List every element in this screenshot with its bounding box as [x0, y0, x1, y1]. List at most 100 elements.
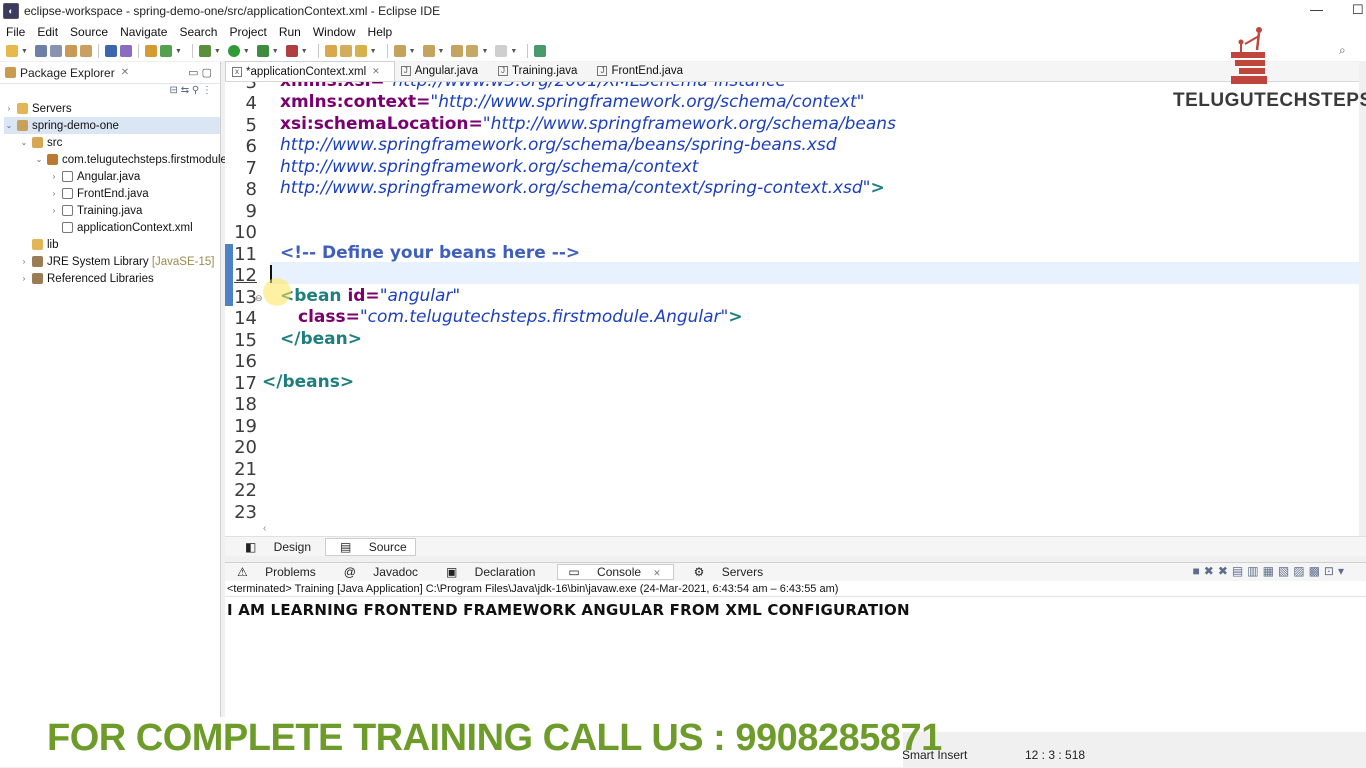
- open-task-icon[interactable]: [354, 45, 367, 57]
- scroll-left-icon[interactable]: ‹: [263, 523, 266, 534]
- terminal-icon[interactable]: [104, 45, 117, 57]
- expand-icon[interactable]: ›: [4, 104, 14, 113]
- code-line-5: xsi:schemaLocation="http://www.springfra…: [280, 114, 896, 134]
- line-number: 12: [234, 265, 257, 286]
- tree-item-referenced-libraries[interactable]: › Referenced Libraries: [19, 270, 154, 287]
- tab-console[interactable]: ▭ Console ✕: [557, 564, 674, 580]
- package-icon[interactable]: [144, 45, 157, 57]
- tab-problems[interactable]: ⚠ Problems: [231, 565, 324, 579]
- dropdown-icon[interactable]: ▼: [510, 48, 517, 55]
- dropdown-icon[interactable]: ▼: [21, 48, 28, 55]
- close-icon[interactable]: ✕: [372, 66, 380, 77]
- dropdown-icon[interactable]: ▼: [175, 48, 182, 55]
- vertical-scrollbar[interactable]: [1359, 62, 1366, 556]
- menu-navigate[interactable]: Navigate: [120, 25, 167, 39]
- run-icon[interactable]: [227, 45, 240, 57]
- tab-angular[interactable]: J Angular.java: [395, 61, 492, 81]
- tree-item-angular-java[interactable]: › Angular.java: [49, 168, 141, 185]
- open-folder-icon[interactable]: [339, 45, 352, 57]
- debug-icon[interactable]: [198, 45, 211, 57]
- tab-applicationcontext[interactable]: x *applicationContext.xml ✕: [225, 61, 395, 81]
- menu-edit[interactable]: Edit: [37, 25, 58, 39]
- forward-icon[interactable]: [495, 45, 508, 57]
- save-all-icon[interactable]: [49, 45, 62, 57]
- maximize-button[interactable]: ☐: [1352, 2, 1364, 18]
- expand-icon[interactable]: ›: [19, 257, 29, 266]
- tree-item-applicationcontext-xml[interactable]: applicationContext.xml: [49, 219, 193, 236]
- watermark-name: TELUGUTECHSTEPS: [1173, 90, 1366, 111]
- menu-source[interactable]: Source: [70, 25, 108, 39]
- pin-editor-icon[interactable]: [534, 45, 547, 57]
- java-file-icon: J: [400, 66, 411, 76]
- menu-window[interactable]: Window: [313, 25, 356, 39]
- save-icon[interactable]: [34, 45, 47, 57]
- new-class-icon[interactable]: [159, 45, 172, 57]
- view-menu-icon[interactable]: ⋮: [202, 85, 212, 96]
- tree-item-lib[interactable]: lib: [19, 236, 59, 253]
- menu-run[interactable]: Run: [279, 25, 301, 39]
- close-icon[interactable]: ✕: [121, 67, 129, 78]
- tab-declaration[interactable]: ▣ Declaration: [440, 565, 543, 579]
- xml-file-icon: [62, 222, 73, 233]
- collapse-all-icon[interactable]: ⊟: [170, 85, 178, 96]
- expand-icon[interactable]: ›: [49, 172, 59, 181]
- xml-file-icon: x: [232, 66, 242, 77]
- line-number: 23: [234, 502, 257, 522]
- menu-search[interactable]: Search: [179, 25, 217, 39]
- console-toolbar[interactable]: ■✖✖▤▥▦▧▨▩⊡▾: [1193, 564, 1348, 578]
- dropdown-icon[interactable]: ▼: [301, 48, 308, 55]
- tree-item-package[interactable]: ⌄ com.telugutechsteps.firstmodule: [34, 151, 227, 168]
- current-line-highlight: [270, 262, 1366, 284]
- back-icon[interactable]: [466, 45, 479, 57]
- last-edit-icon[interactable]: [451, 45, 464, 57]
- collapse-icon[interactable]: ⌄: [4, 121, 14, 130]
- tab-javadoc[interactable]: @ Javadoc: [338, 565, 426, 579]
- new-icon[interactable]: [6, 45, 18, 57]
- menu-file[interactable]: File: [6, 25, 25, 39]
- fold-icon[interactable]: ⊖: [255, 293, 263, 304]
- minimize-maximize-icon[interactable]: ▭ ▢: [188, 66, 212, 79]
- tab-training[interactable]: J Training.java: [492, 61, 591, 81]
- tab-source[interactable]: ▤ Source: [325, 537, 416, 556]
- toolbar-separator: [97, 44, 99, 58]
- collapse-icon[interactable]: ⌄: [19, 138, 29, 147]
- dropdown-icon[interactable]: ▼: [243, 48, 250, 55]
- line-number: 14: [234, 308, 257, 329]
- tree-item-servers[interactable]: › Servers: [4, 100, 72, 117]
- expand-icon[interactable]: ›: [49, 206, 59, 215]
- dropdown-icon[interactable]: ▼: [214, 48, 221, 55]
- tree-item-project[interactable]: ⌄ spring-demo-one: [4, 117, 220, 134]
- previous-annotation-icon[interactable]: [422, 45, 435, 57]
- dropdown-icon[interactable]: ▼: [370, 48, 377, 55]
- toggle-breakpoint-icon[interactable]: [119, 45, 132, 57]
- dropdown-icon[interactable]: ▼: [438, 48, 445, 55]
- toolbar-separator: [527, 44, 529, 58]
- package-explorer-title[interactable]: Package Explorer: [20, 66, 115, 80]
- dropdown-icon[interactable]: ▼: [409, 48, 416, 55]
- expand-icon[interactable]: ›: [49, 189, 59, 198]
- expand-icon[interactable]: ›: [19, 274, 29, 283]
- filter-icon[interactable]: ⚲: [192, 85, 199, 96]
- menu-help[interactable]: Help: [368, 25, 393, 39]
- dropdown-icon[interactable]: ▼: [481, 48, 488, 55]
- link-with-editor-icon[interactable]: ⇆: [181, 85, 189, 96]
- collapse-icon[interactable]: ⌄: [34, 155, 44, 164]
- external-tools-icon[interactable]: [285, 45, 298, 57]
- minimize-button[interactable]: —: [1310, 2, 1323, 17]
- menu-project[interactable]: Project: [229, 25, 266, 39]
- next-annotation-icon[interactable]: [393, 45, 406, 57]
- dropdown-icon[interactable]: ▼: [272, 48, 279, 55]
- tree-item-training-java[interactable]: › Training.java: [49, 202, 143, 219]
- tab-design[interactable]: ◧ Design: [231, 539, 319, 555]
- print-icon[interactable]: [64, 45, 77, 57]
- coverage-icon[interactable]: [256, 45, 269, 57]
- code-editor[interactable]: 3 4 5 6 7 8 9 10 11 12 13 14 15 16 17 18…: [225, 82, 1366, 522]
- tree-item-frontend-java[interactable]: › FrontEnd.java: [49, 185, 149, 202]
- open-type-icon[interactable]: [324, 45, 337, 57]
- tab-frontend[interactable]: J FrontEnd.java: [591, 61, 697, 81]
- properties-icon[interactable]: [79, 45, 92, 57]
- tree-item-src[interactable]: ⌄ src: [19, 134, 63, 151]
- close-icon[interactable]: ✕: [653, 568, 661, 578]
- tree-item-jre-library[interactable]: › JRE System Library [JavaSE-15]: [19, 253, 215, 270]
- tab-servers[interactable]: ⚙ Servers: [688, 565, 771, 579]
